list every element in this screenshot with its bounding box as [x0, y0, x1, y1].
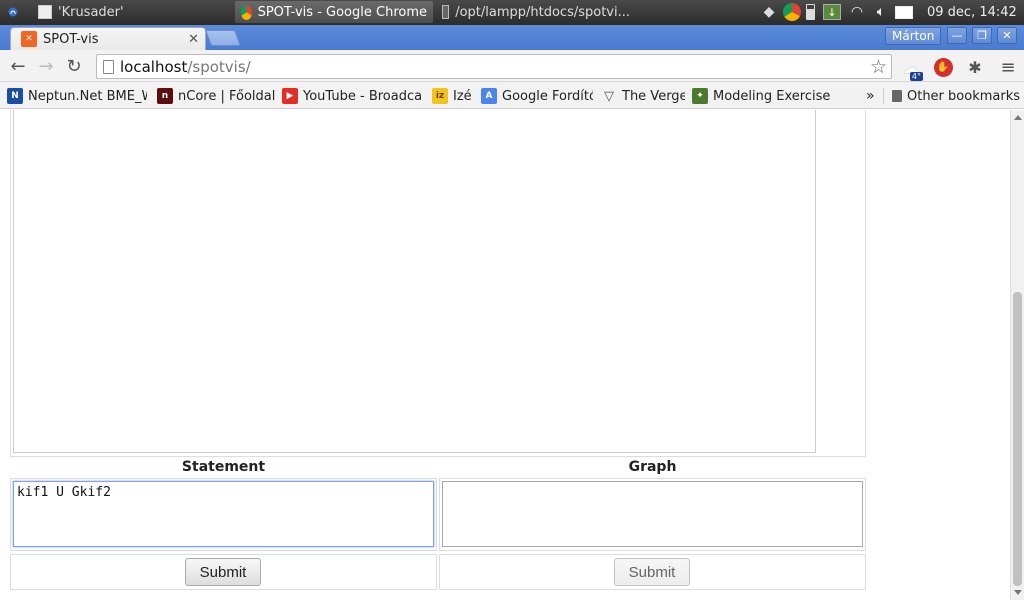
dropbox-icon[interactable]: ◆	[760, 3, 778, 21]
bookmark-label: Neptun.Net BME_W2	[28, 88, 147, 104]
graph-header: Graph	[628, 459, 677, 475]
statement-header: Statement	[181, 459, 266, 475]
url-host: localhost	[120, 57, 188, 76]
taskbar-item-label: /opt/lampp/htdocs/spotvi...	[455, 4, 630, 20]
bookmark-neptun[interactable]: N Neptun.Net BME_W2	[7, 86, 147, 106]
graph-cell	[439, 478, 866, 551]
taskbar-item-label: 'Krusader'	[58, 4, 124, 20]
scroll-up-arrow-icon[interactable]	[1014, 115, 1022, 120]
statement-submit-button[interactable]: Submit	[185, 558, 261, 586]
ize-icon: iz	[432, 88, 448, 104]
bookmark-google-translate[interactable]: A Google Fordító	[481, 86, 593, 106]
weather-extension-icon[interactable]: ☁ 4°	[901, 57, 923, 81]
close-tab-icon[interactable]: ✕	[188, 32, 199, 47]
scroll-down-arrow-icon[interactable]	[1014, 590, 1022, 595]
youtube-icon: ▶	[282, 88, 298, 104]
back-arrow-icon[interactable]: ←	[8, 56, 28, 77]
verge-icon: ▽	[604, 88, 614, 104]
bookmarks-overflow-chevron[interactable]: »	[866, 86, 878, 106]
browser-toolbar: ← → ↻ localhost/spotvis/ ☆ ☁ 4° ✋ ✱ ≡	[0, 50, 1024, 82]
tab-title: SPOT-vis	[43, 31, 99, 47]
bookmark-star-icon[interactable]: ☆	[870, 56, 887, 78]
weather-badge: 4°	[909, 72, 923, 81]
bookmark-label: The Verge	[622, 88, 685, 104]
page-scrollbar[interactable]	[1010, 110, 1024, 600]
clock[interactable]: 09 dec, 14:42	[927, 5, 1017, 20]
adblock-icon[interactable]: ✋	[933, 57, 953, 77]
neptun-icon: N	[7, 88, 23, 104]
bookmarks-divider	[883, 88, 884, 104]
profile-name: Márton	[892, 29, 935, 43]
ncore-icon: n	[157, 88, 173, 104]
bookmarks-bar: N Neptun.Net BME_W2 n nCore | Főoldal ▶ …	[0, 82, 1024, 109]
bug-extension-icon[interactable]: ✱	[965, 57, 985, 77]
bookmark-label: nCore | Főoldal	[178, 88, 275, 104]
app-menu-icon[interactable]	[2, 1, 24, 23]
other-bookmarks-folder[interactable]: Other bookmarks	[892, 86, 1020, 106]
address-bar[interactable]: localhost/spotvis/ ☆	[96, 54, 892, 79]
mail-icon[interactable]	[895, 5, 913, 19]
system-tray: ◆ ↓ ◠ 🔈︎ 09 dec, 14:42	[760, 2, 1017, 22]
page-content: Statement Graph kif1 U Gkif2 Submit Subm…	[0, 110, 1010, 600]
statement-cell: kif1 U Gkif2	[10, 478, 437, 551]
bookmark-youtube[interactable]: ▶ YouTube - Broadcas	[282, 86, 422, 106]
new-tab-button[interactable]	[205, 30, 241, 46]
taskbar-item-krusader[interactable]: 'Krusader'	[32, 1, 230, 23]
scrollbar-thumb[interactable]	[1013, 292, 1022, 586]
translate-icon: A	[481, 88, 497, 104]
chrome-tray-icon[interactable]	[783, 3, 801, 21]
maximize-icon[interactable]: ❐	[972, 27, 992, 44]
graph-submit-cell: Submit	[439, 554, 866, 590]
reload-icon[interactable]: ↻	[64, 56, 84, 77]
visualization-canvas[interactable]	[13, 110, 816, 453]
visualization-container	[10, 110, 866, 457]
close-window-icon[interactable]: ✕	[997, 27, 1017, 44]
chevron-icon: »	[866, 88, 875, 104]
url-path: /spotvis/	[187, 57, 251, 76]
tab-spot-vis[interactable]: ✕ SPOT-vis ✕	[10, 27, 206, 50]
bookmark-label: YouTube - Broadcas	[303, 88, 422, 104]
forward-arrow-icon[interactable]: →	[36, 56, 56, 77]
bookmark-label: Google Fordító	[502, 88, 593, 104]
taskbar-item-label: SPOT-vis - Google Chrome	[257, 4, 427, 20]
bookmark-the-verge[interactable]: ▽ The Verge	[601, 86, 685, 106]
bookmark-label: Izé	[453, 88, 472, 104]
folder-icon	[892, 90, 902, 102]
download-icon[interactable]: ↓	[823, 4, 841, 20]
minimize-icon[interactable]: —	[947, 27, 967, 44]
modeling-icon: ✦	[692, 88, 708, 104]
bookmark-label: Modeling Exercise –	[713, 88, 834, 104]
taskbar-item-chrome[interactable]: SPOT-vis - Google Chrome	[235, 1, 433, 23]
other-bookmarks-label: Other bookmarks	[906, 88, 1020, 104]
system-taskbar: 'Krusader' SPOT-vis - Google Chrome /opt…	[0, 0, 1024, 25]
battery-icon[interactable]	[806, 4, 815, 20]
wifi-icon[interactable]: ◠	[847, 3, 867, 21]
window-icon	[38, 5, 52, 19]
statement-submit-cell: Submit	[10, 554, 437, 590]
tab-strip: ✕ SPOT-vis ✕ Márton — ❐ ✕	[0, 25, 1024, 50]
menu-hamburger-icon[interactable]: ≡	[998, 57, 1018, 78]
bookmark-modeling-exercise[interactable]: ✦ Modeling Exercise –	[692, 86, 834, 106]
document-icon	[442, 5, 450, 19]
bookmark-ize[interactable]: iz Izé	[432, 86, 474, 106]
graph-submit-button[interactable]: Submit	[614, 558, 690, 586]
profile-button[interactable]: Márton	[885, 27, 942, 45]
page-icon	[103, 59, 114, 74]
statement-textarea[interactable]: kif1 U Gkif2	[13, 481, 434, 547]
graph-textarea[interactable]	[442, 481, 863, 547]
bookmark-ncore[interactable]: n nCore | Főoldal	[157, 86, 275, 106]
taskbar-item-editor[interactable]: /opt/lampp/htdocs/spotvi...	[436, 1, 636, 23]
chrome-icon	[241, 4, 252, 20]
volume-icon[interactable]: 🔈︎	[871, 3, 891, 21]
xampp-favicon-icon: ✕	[21, 31, 37, 47]
